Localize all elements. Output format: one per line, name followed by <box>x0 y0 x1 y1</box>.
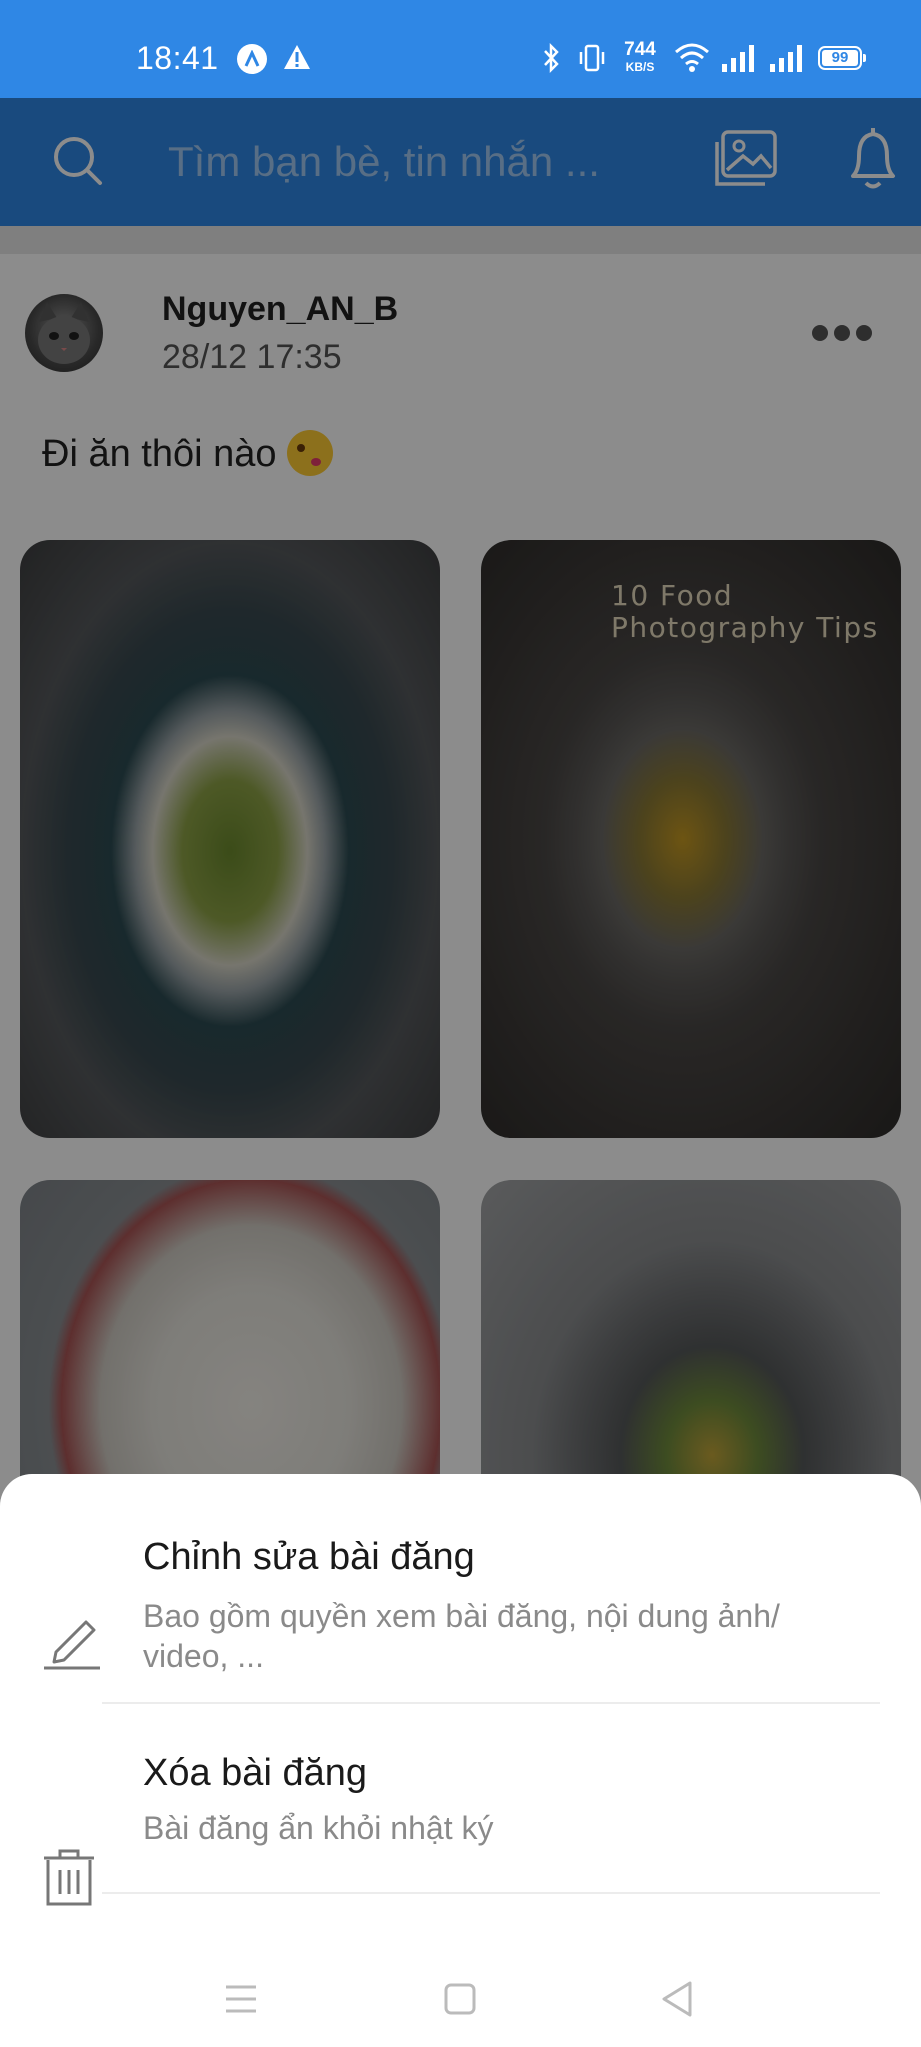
pencil-icon <box>42 1612 102 1675</box>
warning-icon <box>282 43 312 76</box>
nav-back-button[interactable] <box>660 1980 694 2023</box>
signal-icon <box>768 44 806 77</box>
app-badge-icon <box>237 44 267 74</box>
signal-icon <box>720 44 758 77</box>
divider <box>102 1702 880 1704</box>
net-speed-unit: KB/S <box>625 60 655 74</box>
system-nav-bar <box>0 1940 921 2047</box>
delete-post-title: Xóa bài đăng <box>143 1752 367 1794</box>
edit-post-option[interactable]: Chỉnh sửa bài đăng Bao gồm quyền xem bài… <box>0 1522 921 1692</box>
net-speed: 744 KB/S <box>620 40 660 73</box>
wifi-icon <box>673 42 711 77</box>
vibrate-icon <box>578 42 606 79</box>
status-time: 18:41 <box>136 40 219 76</box>
delete-post-option[interactable]: Xóa bài đăng Bài đăng ẩn khỏi nhật ký <box>0 1752 921 1922</box>
nav-home-button[interactable] <box>444 1983 476 2020</box>
net-speed-value: 744 <box>624 39 656 60</box>
status-bar: 18:41 744 KB/S 99 <box>0 0 921 98</box>
battery-icon: 99 <box>818 46 866 70</box>
divider <box>102 1892 880 1894</box>
edit-post-title: Chỉnh sửa bài đăng <box>143 1536 475 1578</box>
delete-post-description: Bài đăng ẩn khỏi nhật ký <box>143 1810 494 1846</box>
edit-post-description: Bao gồm quyền xem bài đăng, nội dung ảnh… <box>143 1598 780 1674</box>
battery-level: 99 <box>822 50 858 66</box>
bluetooth-icon <box>541 42 561 79</box>
nav-menu-button[interactable] <box>224 1984 258 2019</box>
trash-icon <box>42 1848 96 1913</box>
